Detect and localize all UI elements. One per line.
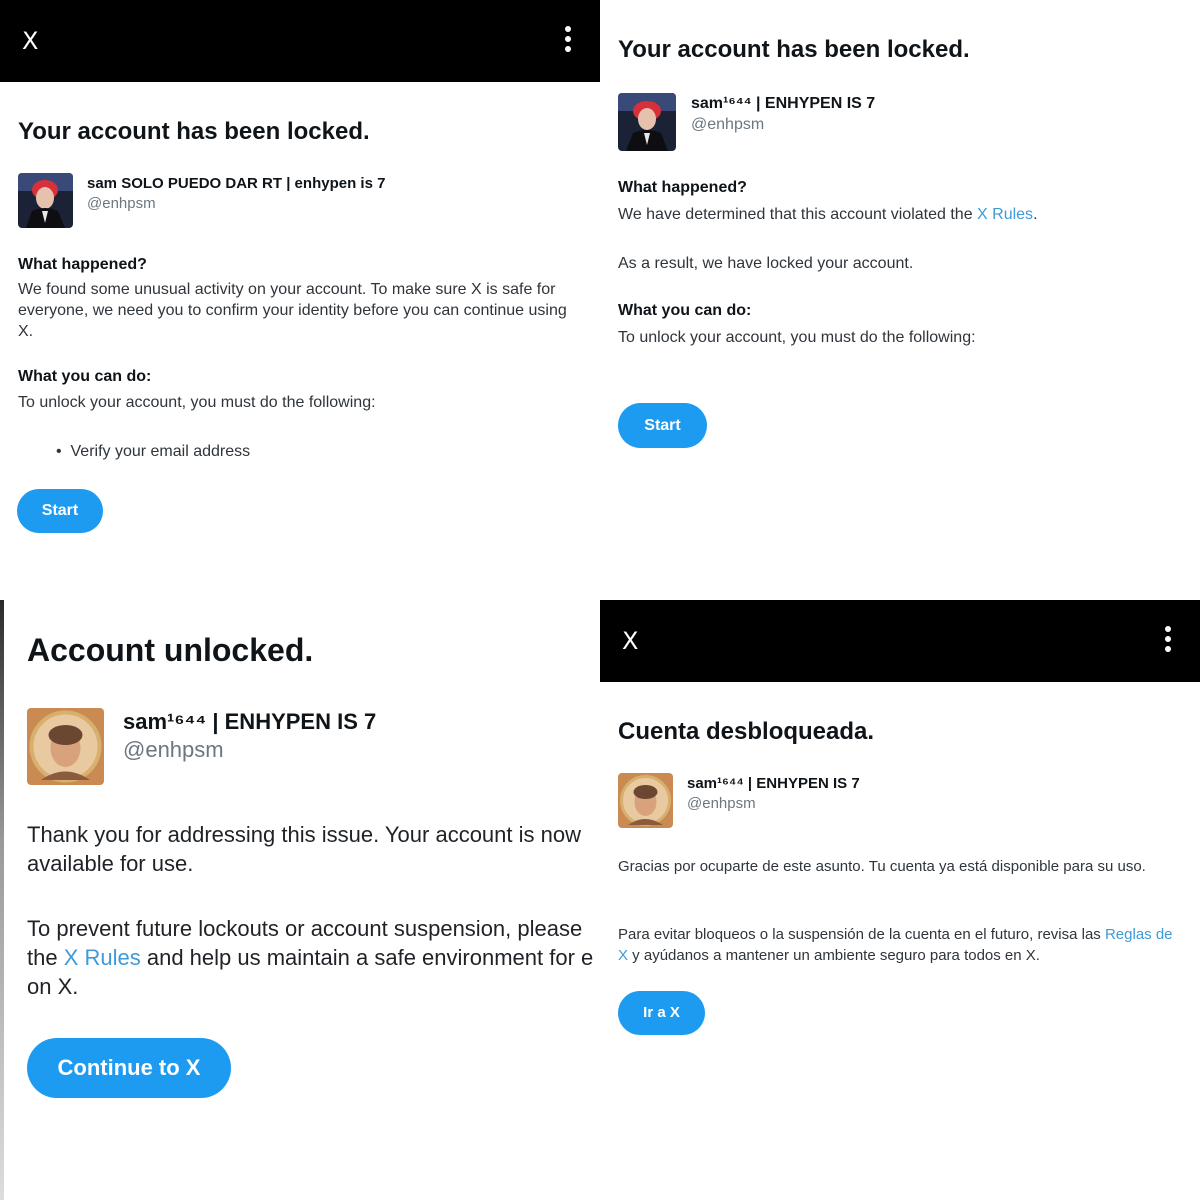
what-happened-suffix: . (1033, 206, 1038, 223)
top-bar: X (0, 0, 600, 82)
thanks-text: Thank you for addressing this issue. You… (27, 822, 581, 876)
x-rules-link[interactable]: X Rules (977, 206, 1033, 223)
account-handle: @enhpsm (87, 195, 156, 212)
start-button[interactable]: Start (618, 403, 707, 448)
unlocked-panel-es: X Cuenta desbloqueada. sam¹⁶⁴⁴ | ENHYPEN… (600, 600, 1200, 1200)
more-vertical-icon[interactable] (560, 26, 576, 56)
what-happened-label: What happened? (618, 179, 747, 196)
more-vertical-icon[interactable] (1160, 626, 1176, 656)
account-name: sam¹⁶⁴⁴ | ENHYPEN IS 7 (123, 709, 377, 734)
prevent-text: Para evitar bloqueos o la suspensión de … (618, 924, 1178, 966)
list-item: • Verify your email address (56, 441, 250, 462)
what-happened-prefix: We have determined that this account vio… (618, 206, 978, 223)
avatar (618, 93, 676, 151)
step-verify-email: Verify your email address (70, 443, 251, 460)
continue-to-x-button[interactable]: Continue to X (27, 1038, 231, 1098)
bullet-icon: • (56, 443, 71, 460)
x-logo[interactable]: X (622, 626, 638, 656)
account-handle: @enhpsm (123, 737, 224, 762)
what-happened-text: We found some unusual activity on your a… (18, 281, 567, 340)
account-name: sam¹⁶⁴⁴ | ENHYPEN IS 7 (691, 95, 876, 112)
thanks-text: Gracias por ocuparte de este asunto. Tu … (618, 858, 1146, 875)
account-handle: @enhpsm (687, 795, 756, 812)
what-you-can-do-text: To unlock your account, you must do the … (618, 329, 976, 346)
edge-strip (0, 600, 4, 1200)
page-title: Account unlocked. (27, 632, 314, 668)
prevent-suffix: y ayúdanos a mantener un ambiente seguro… (628, 947, 1040, 964)
account-name: sam SOLO PUEDO DAR RT | enhypen is 7 (87, 175, 386, 192)
x-logo[interactable]: X (22, 26, 38, 56)
prevent-prefix: Para evitar bloqueos o la suspensión de … (618, 926, 1105, 943)
result-text: As a result, we have locked your account… (618, 255, 914, 272)
top-bar: X (600, 600, 1200, 682)
account-name: sam¹⁶⁴⁴ | ENHYPEN IS 7 (687, 775, 860, 792)
unlocked-panel-en: Account unlocked. sam¹⁶⁴⁴ | ENHYPEN IS 7… (0, 600, 600, 1200)
what-you-can-do-text: To unlock your account, you must do the … (18, 394, 376, 411)
what-happened-label: What happened? (18, 256, 147, 273)
start-button[interactable]: Start (17, 489, 103, 533)
what-you-can-do-label: What you can do: (18, 368, 152, 385)
account-handle: @enhpsm (691, 116, 765, 133)
avatar (18, 173, 73, 228)
what-you-can-do-label: What you can do: (618, 302, 752, 319)
x-rules-link[interactable]: X Rules (64, 945, 141, 970)
locked-panel-rules: Your account has been locked. sam¹⁶⁴⁴ | … (600, 0, 1200, 600)
ir-a-x-button[interactable]: Ir a X (618, 991, 705, 1035)
page-title: Cuenta desbloqueada. (618, 718, 875, 745)
page-title: Your account has been locked. (618, 36, 970, 63)
avatar (618, 773, 673, 828)
locked-panel-verify: X Your account has been locked. sam SOLO… (0, 0, 600, 600)
what-happened-text: We have determined that this account vio… (618, 204, 1188, 225)
prevent-text: To prevent future lockouts or account su… (27, 914, 600, 1001)
avatar (27, 708, 104, 785)
page-title: Your account has been locked. (18, 118, 370, 145)
